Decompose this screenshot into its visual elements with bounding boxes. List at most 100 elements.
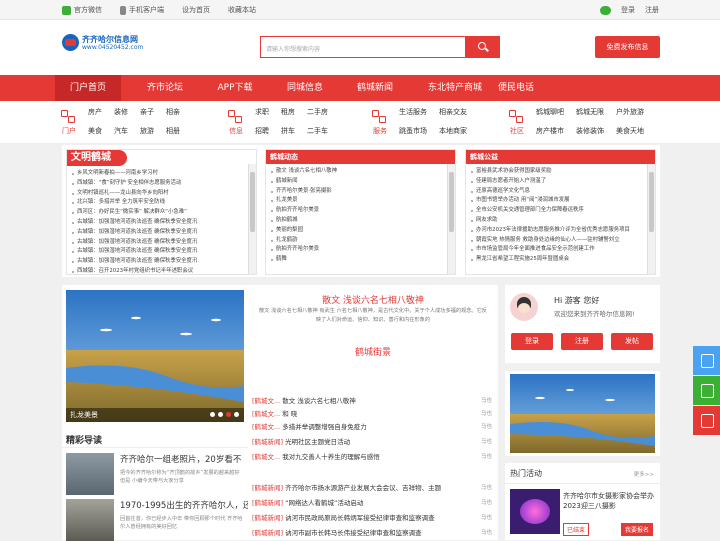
news-title[interactable]: 多措并举调整增强自身免疫力 [282, 423, 367, 431]
cat-link[interactable]: 租房 [281, 107, 295, 117]
list-item[interactable]: 扎龙鹤韵 [266, 236, 455, 246]
mobile-client-link[interactable]: 手机客户端 [120, 5, 164, 15]
news-row[interactable]: [鹤城新闻] 光明社区主题党日活动 马也 [252, 436, 496, 448]
cat-link[interactable]: 美食天地 [616, 126, 644, 136]
list-item[interactable]: 古城镇：加强湿地河道执法巡查 确保秋季安全度汛 [67, 238, 256, 248]
float-service-icon[interactable] [693, 346, 720, 375]
set-homepage-link[interactable]: 设为首页 [182, 5, 210, 15]
nav-app[interactable]: APP下载 [202, 75, 268, 101]
list-item[interactable]: 古城镇：加强湿地河道执法巡查 确保秋季安全度汛 [67, 247, 256, 257]
slider-dot[interactable] [234, 412, 239, 417]
list-item[interactable]: 鹤城新闻 [266, 177, 455, 187]
news-row[interactable]: [鹤城新闻] 讷河市副市长韩马长伟接受纪律审查和监察调查 马也 [252, 527, 496, 539]
news-row[interactable]: [鹤城新闻] 讷河市民政局原局长韩炳军接受纪律审查和监察调查 马也 [252, 512, 496, 524]
login-button[interactable]: 登录 [511, 333, 553, 350]
official-wechat-link[interactable]: 官方微信 [62, 5, 102, 15]
scrollbar[interactable] [248, 164, 256, 274]
cat-link[interactable]: 旅游 [140, 126, 154, 136]
list-item[interactable]: 鹤舞 [266, 255, 455, 265]
list-item[interactable]: 网友求助 [466, 216, 655, 226]
nav-phone[interactable]: 便民电话 [483, 75, 549, 101]
cat-link[interactable]: 求职 [255, 107, 269, 117]
float-wechat-icon[interactable] [693, 376, 720, 405]
list-item[interactable]: 齐齐哈尔美景·张亮摄影 [266, 187, 455, 197]
list-item[interactable]: 航拍齐齐哈尔美景 [266, 245, 455, 255]
news-title[interactable]: 齐齐哈尔一组老照片，20岁看不 [120, 453, 241, 465]
post-button[interactable]: 发帖 [611, 333, 653, 350]
bookmark-link[interactable]: 收藏本站 [228, 5, 256, 15]
list-item[interactable]: 文明村镇巡礼——龙山县向华乡向阳村 [67, 189, 256, 199]
news-title[interactable]: 和 晓 [282, 410, 297, 418]
cat-link[interactable]: 鹤城聊吧 [536, 107, 564, 117]
login-link[interactable]: 登录 [621, 5, 635, 15]
cat-link[interactable]: 招聘 [255, 126, 269, 136]
list-item[interactable]: 西河区：办好民生“微实事” 解决群众“小急难” [67, 208, 256, 218]
signup-button[interactable]: 我要报名 [621, 523, 654, 536]
list-item[interactable]: 还原高德巡学文化气息 [466, 187, 655, 197]
activity-title[interactable]: 齐齐哈尔市女摄影家协会举办2023迎三八摄影 [563, 491, 658, 511]
news-category[interactable]: [鹤城新闻] [252, 484, 283, 492]
list-item[interactable]: 西城镇：召开2023年村党组织书记半年述职会议 [67, 267, 256, 277]
list-item[interactable]: 航拍鹤城 [266, 216, 455, 226]
scrollbar[interactable] [447, 164, 455, 274]
cat-link[interactable]: 二手房 [307, 107, 328, 117]
list-item[interactable]: 航拍齐齐哈尔美景 [266, 206, 455, 216]
news-row[interactable]: [鹤城文... 散文 浅谈六名七相八敬神 马也 [252, 395, 496, 407]
slider-dot[interactable] [218, 412, 223, 417]
list-item[interactable]: 朝霞实地 热情服务 救助身处边缘的仙心人——驻村辅警刘立 [466, 236, 655, 246]
news-category[interactable]: [鹤城新闻] [252, 438, 283, 446]
list-item[interactable]: 古城镇：加强湿地河道执法巡查 确保秋季安全度汛 [67, 228, 256, 238]
news-category[interactable]: [鹤城新闻] [252, 529, 283, 537]
list-item[interactable]: 扎龙美景 [266, 196, 455, 206]
nav-news[interactable]: 鹤城新闻 [342, 75, 408, 101]
list-item[interactable]: 北兴镇：多措并举 全力筑牢安全防线 [67, 198, 256, 208]
site-logo[interactable]: 齐齐哈尔信息网 www.04520452.com [62, 34, 143, 51]
news-title[interactable]: 光明社区主题党日活动 [285, 438, 350, 446]
news-row[interactable]: [鹤城文... 我对九交善人十养生的理解与感悟 马也 [252, 451, 496, 463]
news-category[interactable]: [鹤城文... [252, 453, 280, 461]
list-item[interactable]: 佳建局志愿者开始入户测温了 [466, 177, 655, 187]
list-item[interactable]: 乡风文明新春拍——河南乡学习村 [67, 169, 256, 179]
headline[interactable]: 散文 浅谈六名七相八敬神 [248, 293, 498, 306]
search-input[interactable]: 请输入你想搜索内容 [266, 44, 320, 53]
news-title[interactable]: 我对九交善人十养生的理解与感悟 [282, 453, 380, 461]
cat-link[interactable]: 房产 [88, 107, 102, 117]
photo-slider[interactable]: 扎龙美景 [66, 290, 244, 422]
cat-link[interactable]: 生活服务 [399, 107, 427, 117]
cat-link[interactable]: 美食 [88, 126, 102, 136]
cat-link[interactable]: 鹤城无限 [576, 107, 604, 117]
news-category[interactable]: [鹤城新闻] [252, 499, 283, 507]
cat-link[interactable]: 跳蚤市场 [399, 126, 427, 136]
cat-link[interactable]: 房产楼市 [536, 126, 564, 136]
news-row[interactable]: [鹤城文... 和 晓 马也 [252, 408, 496, 420]
news-category[interactable]: [鹤城新闻] [252, 514, 283, 522]
cat-link[interactable]: 汽车 [114, 126, 128, 136]
news-title[interactable]: 齐齐哈尔市扬水源游产业发展大会会议、吉祥物、主题 [285, 484, 441, 492]
news-row[interactable]: [鹤城新闻] 齐齐哈尔市扬水源游产业发展大会会议、吉祥物、主题 马也 [252, 482, 496, 494]
list-item[interactable]: 市图书馆举办活动 用“阅”浸润城市发展 [466, 196, 655, 206]
list-item[interactable]: 散文 浅谈六名七相八敬神 [266, 167, 455, 177]
cat-link[interactable]: 装修 [114, 107, 128, 117]
search-button[interactable] [465, 36, 500, 58]
sub-headline[interactable]: 鹤城街景 [248, 345, 498, 358]
more-link[interactable]: 更多>> [634, 470, 654, 478]
cat-link[interactable]: 亲子 [140, 107, 154, 117]
news-title[interactable]: 讷河市民政局原局长韩炳军接受纪律审查和监察调查 [285, 514, 435, 522]
cat-link[interactable]: 相册 [166, 126, 180, 136]
news-category[interactable]: [鹤城文... [252, 397, 280, 405]
list-item[interactable]: 美丽的梨园 [266, 226, 455, 236]
register-link[interactable]: 注册 [645, 5, 659, 15]
news-title[interactable]: 讷河市副市长韩马长伟接受纪律审查和监察调查 [285, 529, 422, 537]
news-title[interactable]: 1970-1995出生的齐齐哈尔人，还 [120, 499, 251, 511]
activity-thumbnail[interactable] [510, 489, 560, 534]
landscape-thumbnail[interactable] [510, 374, 655, 453]
list-item[interactable]: 西城镇：“食”刻守护 安全相伴志愿服务活动 [67, 179, 256, 189]
wechat-login-icon[interactable] [600, 5, 611, 15]
cat-link[interactable]: 相亲 [166, 107, 180, 117]
nav-local-info[interactable]: 同城信息 [272, 75, 338, 101]
list-item[interactable]: 富裕县武术协会获得国家级奖励 [466, 167, 655, 177]
list-item[interactable]: 古城镇：加强湿地河道执法巡查 确保秋季安全度汛 [67, 257, 256, 267]
news-category[interactable]: [鹤城文... [252, 410, 280, 418]
cat-link[interactable]: 户外旅游 [616, 107, 644, 117]
float-phone-icon[interactable] [693, 406, 720, 435]
